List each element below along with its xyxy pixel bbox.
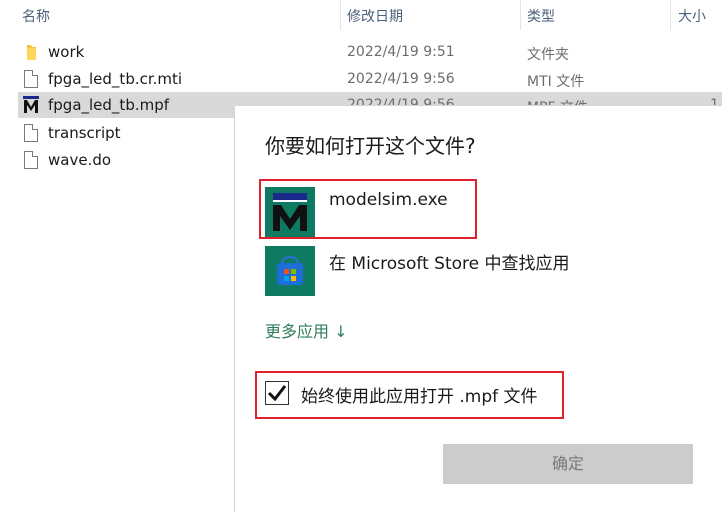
file-name: fpga_led_tb.cr.mti (48, 70, 183, 88)
file-icon (22, 123, 40, 143)
file-row[interactable]: fpga_led_tb.cr.mti 2022/4/19 9:56 MTI 文件 (18, 66, 722, 92)
highlight-box (255, 371, 564, 419)
file-type: 文件夹 (527, 47, 569, 63)
column-type[interactable]: 类型 (527, 6, 555, 26)
file-icon (22, 150, 40, 170)
file-date: 2022/4/19 9:56 (347, 71, 455, 87)
column-divider[interactable] (340, 0, 341, 30)
file-type: MTI 文件 (527, 74, 585, 90)
column-size[interactable]: 大小 (678, 6, 706, 26)
folder-icon (22, 42, 40, 62)
ok-button[interactable]: 确定 (443, 444, 693, 484)
modelsim-file-icon (22, 95, 40, 115)
column-name[interactable]: 名称 (22, 6, 50, 26)
open-with-dialog: 你要如何打开这个文件? modelsim.exe 在 Microsoft Sto… (234, 105, 722, 512)
sort-chevron-icon: ^ (170, 0, 179, 7)
file-icon (22, 69, 40, 89)
file-name: transcript (48, 124, 121, 142)
more-apps-link[interactable]: 更多应用 ↓ (265, 318, 348, 342)
column-divider[interactable] (670, 0, 671, 30)
app-name: 在 Microsoft Store 中查找应用 (329, 254, 570, 274)
file-name: wave.do (48, 151, 112, 169)
file-date: 2022/4/19 9:51 (347, 44, 455, 60)
file-name: work (48, 43, 85, 61)
highlight-box (259, 179, 477, 239)
microsoft-store-icon (265, 246, 315, 296)
column-divider[interactable] (520, 0, 521, 30)
dialog-title: 你要如何打开这个文件? (265, 134, 476, 158)
file-row[interactable]: work 2022/4/19 9:51 文件夹 (18, 39, 722, 65)
column-date[interactable]: 修改日期 (347, 6, 403, 26)
file-name: fpga_led_tb.mpf (48, 96, 170, 114)
app-option-microsoft-store[interactable]: 在 Microsoft Store 中查找应用 (265, 246, 685, 298)
column-header: ^ 名称 修改日期 类型 大小 (0, 0, 722, 30)
